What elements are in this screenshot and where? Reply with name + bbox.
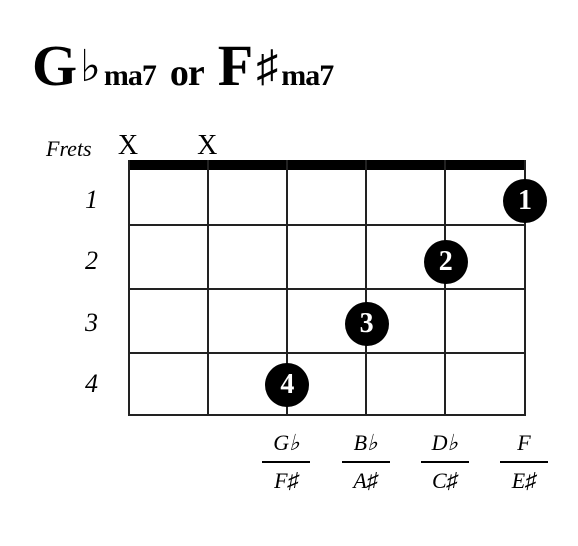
fret-line	[128, 352, 526, 354]
note-divider	[342, 461, 390, 463]
chord-title: G ♭ ma7 or F ♯ ma7	[32, 32, 333, 99]
fret-number: 3	[68, 308, 98, 338]
note-divider	[262, 461, 310, 463]
mute-mark: X	[192, 130, 222, 162]
note-divider	[500, 461, 548, 463]
note-column: G♭ F♯	[256, 430, 316, 494]
note-sharp-label: F♯	[256, 466, 316, 494]
fret-line	[128, 224, 526, 226]
note-flat-label: D♭	[415, 430, 475, 458]
nut	[128, 160, 526, 170]
note-flat-label: F	[494, 430, 554, 458]
fret-line	[128, 414, 526, 416]
title-acc-2: ♯	[256, 41, 277, 92]
note-sharp-label: E♯	[494, 466, 554, 494]
title-suffix-1: ma7	[104, 59, 156, 93]
note-flat-label: G♭	[256, 430, 316, 458]
fret-number: 4	[68, 369, 98, 399]
title-suffix-2: ma7	[281, 59, 333, 93]
title-note-2: F	[218, 32, 252, 99]
note-column: F E♯	[494, 430, 554, 494]
string-line	[128, 160, 130, 416]
mute-mark: X	[113, 130, 143, 162]
string-line	[444, 160, 446, 416]
note-column: D♭ C♯	[415, 430, 475, 494]
note-sharp-label: C♯	[415, 466, 475, 494]
finger-dot: 3	[345, 302, 389, 346]
fret-number: 1	[68, 185, 98, 215]
string-line	[365, 160, 367, 416]
title-note-1: G	[32, 32, 76, 99]
string-line	[207, 160, 209, 416]
note-column: B♭ A♯	[336, 430, 396, 494]
title-acc-1: ♭	[80, 41, 100, 92]
fret-line	[128, 288, 526, 290]
finger-dot: 4	[265, 363, 309, 407]
fretboard-diagram: 1234	[128, 160, 526, 416]
title-or: or	[170, 51, 204, 95]
note-divider	[421, 461, 469, 463]
fret-number: 2	[68, 246, 98, 276]
note-flat-label: B♭	[336, 430, 396, 458]
note-sharp-label: A♯	[336, 466, 396, 494]
finger-dot: 1	[503, 179, 547, 223]
finger-dot: 2	[424, 240, 468, 284]
frets-label: Frets	[46, 136, 92, 162]
